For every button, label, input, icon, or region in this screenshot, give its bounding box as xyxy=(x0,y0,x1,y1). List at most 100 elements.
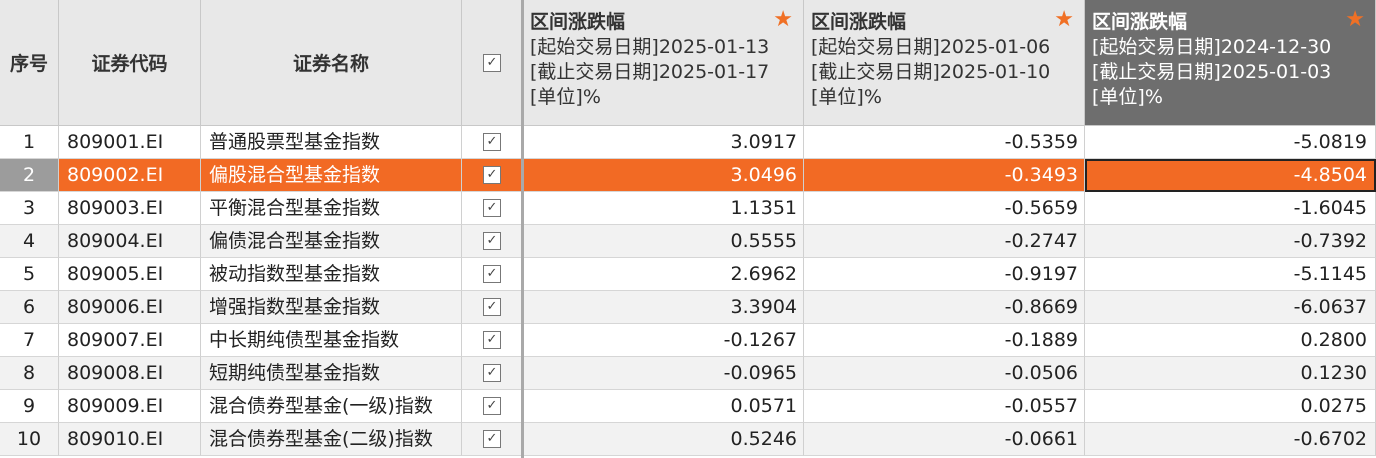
table-row[interactable]: 6 809006.EI 增强指数型基金指数 ✓ 3.3904 -0.8669 -6.0637 xyxy=(0,291,1376,324)
row-checkbox-cell[interactable]: ✓ xyxy=(462,291,523,324)
metric-value-2[interactable]: -0.5359 xyxy=(804,126,1085,159)
security-code[interactable]: 809002.EI xyxy=(59,159,201,192)
metric-value-2[interactable]: -0.1889 xyxy=(804,324,1085,357)
metric-value-3[interactable]: -0.6702 xyxy=(1085,423,1376,456)
table-row[interactable]: 8 809008.EI 短期纯债型基金指数 ✓ -0.0965 -0.0506 0.1230 xyxy=(0,357,1376,390)
security-name[interactable]: 混合债券型基金(一级)指数 xyxy=(201,390,462,423)
security-name[interactable]: 被动指数型基金指数 xyxy=(201,258,462,291)
security-code[interactable]: 809006.EI xyxy=(59,291,201,324)
select-all-checkbox[interactable]: ✓ xyxy=(483,54,501,72)
row-checkbox-cell[interactable]: ✓ xyxy=(462,258,523,291)
row-checkbox[interactable]: ✓ xyxy=(483,430,501,448)
star-icon[interactable]: ★ xyxy=(1345,9,1365,31)
metric-value-1[interactable]: 2.6962 xyxy=(523,258,804,291)
row-seq[interactable]: 3 xyxy=(0,192,59,225)
metric-value-1[interactable]: 1.1351 xyxy=(523,192,804,225)
row-checkbox[interactable]: ✓ xyxy=(483,133,501,151)
security-code[interactable]: 809010.EI xyxy=(59,423,201,456)
security-code[interactable]: 809001.EI xyxy=(59,126,201,159)
header-seq[interactable]: 序号 xyxy=(0,0,59,126)
row-checkbox-cell[interactable]: ✓ xyxy=(462,126,523,159)
security-name[interactable]: 混合债券型基金(二级)指数 xyxy=(201,423,462,456)
frozen-column-divider[interactable] xyxy=(521,0,524,458)
metric-value-1[interactable]: 3.0917 xyxy=(523,126,804,159)
header-metric-2[interactable]: ★ 区间涨跌幅 [起始交易日期]2025-01-06 [截止交易日期]2025-… xyxy=(804,0,1085,126)
metric-value-2[interactable]: -0.2747 xyxy=(804,225,1085,258)
metric-value-1[interactable]: 0.5246 xyxy=(523,423,804,456)
row-checkbox-cell[interactable]: ✓ xyxy=(462,324,523,357)
row-checkbox-cell[interactable]: ✓ xyxy=(462,357,523,390)
security-name[interactable]: 普通股票型基金指数 xyxy=(201,126,462,159)
metric-value-3[interactable]: -0.7392 xyxy=(1085,225,1376,258)
header-metric-3[interactable]: ★ 区间涨跌幅 [起始交易日期]2024-12-30 [截止交易日期]2025-… xyxy=(1085,0,1376,126)
metric-value-3[interactable]: -6.0637 xyxy=(1085,291,1376,324)
metric-value-3[interactable]: -5.1145 xyxy=(1085,258,1376,291)
metric-value-3[interactable]: 0.0275 xyxy=(1085,390,1376,423)
metric-value-1[interactable]: 0.5555 xyxy=(523,225,804,258)
row-seq[interactable]: 7 xyxy=(0,324,59,357)
row-seq[interactable]: 5 xyxy=(0,258,59,291)
row-seq[interactable]: 6 xyxy=(0,291,59,324)
metric-value-3[interactable]: 0.1230 xyxy=(1085,357,1376,390)
row-checkbox[interactable]: ✓ xyxy=(483,265,501,283)
metric-value-2[interactable]: -0.9197 xyxy=(804,258,1085,291)
metric-value-2[interactable]: -0.0506 xyxy=(804,357,1085,390)
security-code[interactable]: 809007.EI xyxy=(59,324,201,357)
security-name[interactable]: 平衡混合型基金指数 xyxy=(201,192,462,225)
row-seq[interactable]: 2 xyxy=(0,159,59,192)
security-name[interactable]: 偏债混合型基金指数 xyxy=(201,225,462,258)
row-checkbox-cell[interactable]: ✓ xyxy=(462,159,523,192)
metric-value-3[interactable]: -5.0819 xyxy=(1085,126,1376,159)
table-row[interactable]: 5 809005.EI 被动指数型基金指数 ✓ 2.6962 -0.9197 -5.1145 xyxy=(0,258,1376,291)
table-row[interactable]: 4 809004.EI 偏债混合型基金指数 ✓ 0.5555 -0.2747 -0.7392 xyxy=(0,225,1376,258)
security-code[interactable]: 809005.EI xyxy=(59,258,201,291)
security-name[interactable]: 短期纯债型基金指数 xyxy=(201,357,462,390)
metric-value-2[interactable]: -0.3493 xyxy=(804,159,1085,192)
row-checkbox[interactable]: ✓ xyxy=(483,364,501,382)
table-row[interactable]: 2 809002.EI 偏股混合型基金指数 ✓ 3.0496 -0.3493 -4.8504 xyxy=(0,159,1376,192)
metric-value-1[interactable]: -0.0965 xyxy=(523,357,804,390)
table-row[interactable]: 10 809010.EI 混合债券型基金(二级)指数 ✓ 0.5246 -0.0661 -0… xyxy=(0,423,1376,456)
metric-value-3[interactable]: -4.8504 xyxy=(1085,159,1376,192)
table-row[interactable]: 1 809001.EI 普通股票型基金指数 ✓ 3.0917 -0.5359 -5.0819 xyxy=(0,126,1376,159)
metric-value-1[interactable]: -0.1267 xyxy=(523,324,804,357)
star-icon[interactable]: ★ xyxy=(1054,9,1074,31)
row-checkbox-cell[interactable]: ✓ xyxy=(462,192,523,225)
table-row[interactable]: 9 809009.EI 混合债券型基金(一级)指数 ✓ 0.0571 -0.0557 0.0… xyxy=(0,390,1376,423)
security-code[interactable]: 809004.EI xyxy=(59,225,201,258)
table-row[interactable]: 3 809003.EI 平衡混合型基金指数 ✓ 1.1351 -0.5659 -1.6045 xyxy=(0,192,1376,225)
row-checkbox[interactable]: ✓ xyxy=(483,331,501,349)
metric-value-2[interactable]: -0.0661 xyxy=(804,423,1085,456)
table-row[interactable]: 7 809007.EI 中长期纯债型基金指数 ✓ -0.1267 -0.1889 0.280… xyxy=(0,324,1376,357)
row-checkbox[interactable]: ✓ xyxy=(483,199,501,217)
metric-value-2[interactable]: -0.8669 xyxy=(804,291,1085,324)
metric-value-2[interactable]: -0.0557 xyxy=(804,390,1085,423)
row-seq[interactable]: 8 xyxy=(0,357,59,390)
header-code[interactable]: 证券代码 xyxy=(59,0,201,126)
row-checkbox-cell[interactable]: ✓ xyxy=(462,225,523,258)
metric-value-1[interactable]: 0.0571 xyxy=(523,390,804,423)
security-code[interactable]: 809008.EI xyxy=(59,357,201,390)
row-seq[interactable]: 10 xyxy=(0,423,59,456)
security-name[interactable]: 中长期纯债型基金指数 xyxy=(201,324,462,357)
security-name[interactable]: 偏股混合型基金指数 xyxy=(201,159,462,192)
header-select-all[interactable]: ✓ xyxy=(462,0,523,126)
row-seq[interactable]: 1 xyxy=(0,126,59,159)
row-checkbox-cell[interactable]: ✓ xyxy=(462,423,523,456)
row-checkbox[interactable]: ✓ xyxy=(483,232,501,250)
row-checkbox[interactable]: ✓ xyxy=(483,166,501,184)
row-checkbox[interactable]: ✓ xyxy=(483,397,501,415)
star-icon[interactable]: ★ xyxy=(773,9,793,31)
metric-value-1[interactable]: 3.3904 xyxy=(523,291,804,324)
row-seq[interactable]: 9 xyxy=(0,390,59,423)
security-code[interactable]: 809009.EI xyxy=(59,390,201,423)
security-name[interactable]: 增强指数型基金指数 xyxy=(201,291,462,324)
security-code[interactable]: 809003.EI xyxy=(59,192,201,225)
metric-value-2[interactable]: -0.5659 xyxy=(804,192,1085,225)
row-seq[interactable]: 4 xyxy=(0,225,59,258)
header-name[interactable]: 证券名称 xyxy=(201,0,462,126)
row-checkbox-cell[interactable]: ✓ xyxy=(462,390,523,423)
row-checkbox[interactable]: ✓ xyxy=(483,298,501,316)
metric-value-1[interactable]: 3.0496 xyxy=(523,159,804,192)
metric-value-3[interactable]: 0.2800 xyxy=(1085,324,1376,357)
